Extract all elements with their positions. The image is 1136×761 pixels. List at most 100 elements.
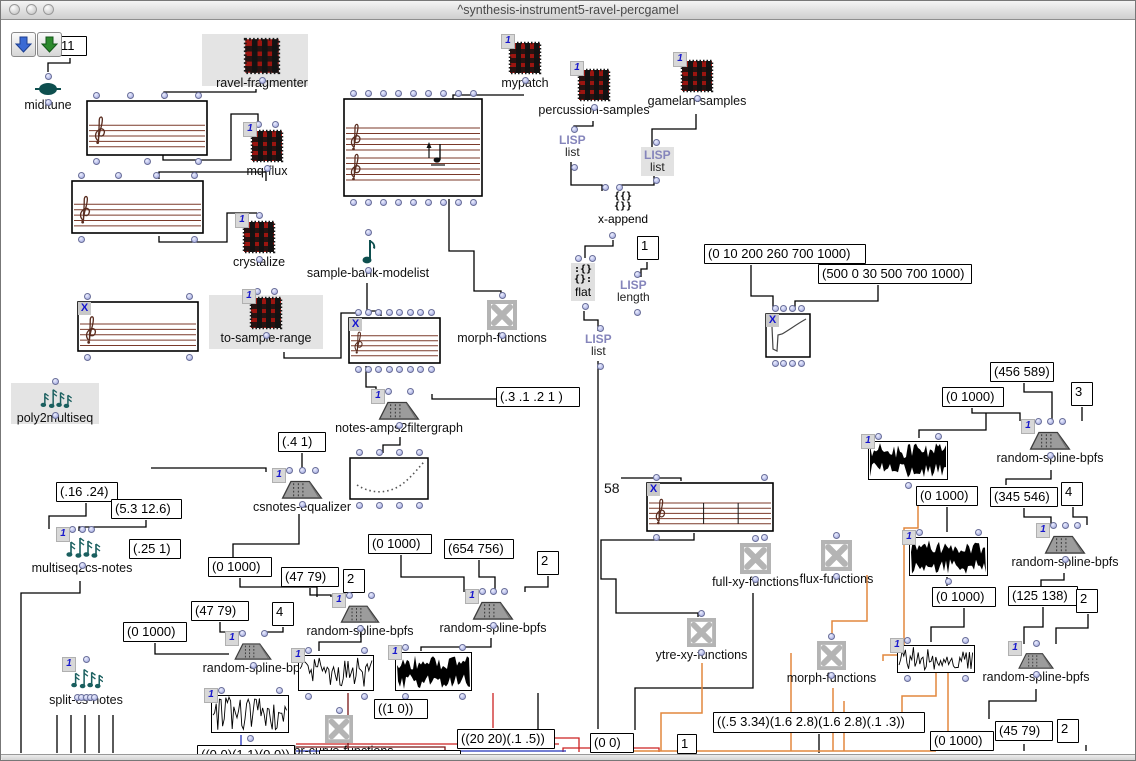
inlet-port[interactable] <box>186 293 193 300</box>
inlet-port[interactable] <box>365 90 372 97</box>
inlet-port[interactable] <box>407 388 414 395</box>
inlet-port[interactable] <box>45 73 52 80</box>
outlet-port[interactable] <box>833 573 840 580</box>
inlet-port[interactable] <box>772 305 779 312</box>
inlet-port[interactable] <box>571 126 578 133</box>
eval-once-badge[interactable]: 1 <box>861 434 875 449</box>
inlet-port[interactable] <box>789 305 796 312</box>
outlet-port[interactable] <box>780 360 787 367</box>
inlet-port[interactable] <box>1074 522 1081 529</box>
outlet-port[interactable] <box>798 360 805 367</box>
inlet-port[interactable] <box>904 637 911 644</box>
outlet-port[interactable] <box>455 199 462 206</box>
value-box-00[interactable]: (0 0) <box>590 733 634 753</box>
eval-once-badge[interactable]: 1 <box>272 468 286 483</box>
score-box-3[interactable] <box>343 98 483 197</box>
outlet-port[interactable] <box>440 199 447 206</box>
flat[interactable]: :{}{}:flat <box>571 263 595 301</box>
inlet-port[interactable] <box>385 388 392 395</box>
value-box-r01000c[interactable]: (0 1000) <box>932 587 996 607</box>
inlet-port[interactable] <box>417 309 424 316</box>
miditune[interactable]: miditune <box>35 81 61 97</box>
outlet-port[interactable] <box>256 256 263 263</box>
blue-x-marker[interactable]: X <box>647 483 660 496</box>
eval-once-badge[interactable]: 1 <box>465 589 479 604</box>
outlet-port[interactable] <box>250 662 257 669</box>
outlet-port[interactable] <box>653 177 660 184</box>
value-box-1b[interactable]: 1 <box>677 734 697 754</box>
inlet-port[interactable] <box>402 644 409 651</box>
outlet-port[interactable] <box>698 649 705 656</box>
percussion-samples[interactable]: 1percussion-samples <box>577 68 611 102</box>
outlet-port[interactable] <box>356 502 363 509</box>
outlet-port[interactable] <box>653 534 660 541</box>
inlet-port[interactable] <box>361 647 368 654</box>
inlet-port[interactable] <box>299 467 306 474</box>
outlet-port[interactable] <box>195 158 202 165</box>
inlet-port[interactable] <box>1033 640 1040 647</box>
inlet-port[interactable] <box>83 656 90 663</box>
inlet-port[interactable] <box>380 90 387 97</box>
lisp-list-1[interactable]: LISPlist <box>559 134 586 159</box>
outlet-port[interactable] <box>410 199 417 206</box>
eval-once-badge[interactable]: 1 <box>235 213 249 228</box>
outlet-port[interactable] <box>191 236 198 243</box>
value-box-env1[interactable]: (0 10 200 260 700 1000) <box>704 244 866 264</box>
eval-once-badge[interactable]: 1 <box>371 389 385 404</box>
inlet-port[interactable] <box>499 292 506 299</box>
random-spline-bpfs-6[interactable]: 1random-spline-bpfs <box>1015 648 1057 669</box>
inlet-port[interactable] <box>455 90 462 97</box>
inlet-port[interactable] <box>490 588 497 595</box>
outlet-port[interactable] <box>571 164 578 171</box>
inlet-port[interactable] <box>1059 418 1066 425</box>
inlet-port[interactable] <box>407 309 414 316</box>
outlet-port[interactable] <box>144 158 151 165</box>
value-box-654[interactable]: (654 756) <box>444 539 514 559</box>
inlet-port[interactable] <box>84 293 91 300</box>
inlet-port[interactable] <box>575 255 582 262</box>
value-box-4a[interactable]: 4 <box>272 602 294 626</box>
score-box-5[interactable]: X <box>348 317 441 364</box>
inlet-port[interactable] <box>355 309 362 316</box>
sample-bank-modelist[interactable]: sample-bank-modelist <box>359 237 377 265</box>
eval-once-badge[interactable]: 1 <box>242 289 256 304</box>
lisp-length[interactable]: LISPlength <box>617 279 650 304</box>
outlet-port[interactable] <box>425 199 432 206</box>
inlet-port[interactable] <box>396 309 403 316</box>
outlet-port[interactable] <box>52 412 59 419</box>
outlet-port[interactable] <box>772 360 779 367</box>
inlet-port[interactable] <box>752 535 759 542</box>
eval-once-badge[interactable]: 1 <box>1036 523 1050 538</box>
eval-once-badge[interactable]: 1 <box>902 530 916 545</box>
inlet-port[interactable] <box>127 92 134 99</box>
outlet-port[interactable] <box>597 363 604 370</box>
inlet-port[interactable] <box>975 529 982 536</box>
value-box-4b[interactable]: 4 <box>1061 482 1083 506</box>
blue-x-marker[interactable]: X <box>766 314 779 327</box>
multiseq2cs-notes[interactable]: 1multiseq2cs-notes <box>63 534 101 560</box>
outlet-port[interactable] <box>1047 452 1054 459</box>
outlet-port[interactable] <box>1062 556 1069 563</box>
value-box-4579[interactable]: (45 79) <box>995 721 1053 741</box>
value-box-flt[interactable]: (.3 .1 .2 1 ) <box>496 387 580 407</box>
score-box-2[interactable] <box>71 180 204 234</box>
bpf-box-2[interactable] <box>349 457 429 500</box>
outlet-port[interactable] <box>263 332 270 339</box>
outlet-port[interactable] <box>459 693 466 700</box>
outlet-port[interactable] <box>582 303 589 310</box>
outlet-port[interactable] <box>365 267 372 274</box>
outlet-port[interactable] <box>396 502 403 509</box>
outlet-port[interactable] <box>45 99 52 106</box>
inlet-port[interactable] <box>69 526 76 533</box>
inlet-port[interactable] <box>276 687 283 694</box>
inlet-port[interactable] <box>271 288 278 295</box>
inlet-port[interactable] <box>653 139 660 146</box>
waveform-box-3[interactable]: 1 <box>395 652 472 691</box>
value-box-r01000b[interactable]: (0 1000) <box>916 486 978 506</box>
inlet-port[interactable] <box>634 271 641 278</box>
inlet-port[interactable] <box>195 92 202 99</box>
inlet-port[interactable] <box>589 255 596 262</box>
inlet-port[interactable] <box>376 449 383 456</box>
inlet-port[interactable] <box>365 229 372 236</box>
outlet-port[interactable] <box>396 366 403 373</box>
